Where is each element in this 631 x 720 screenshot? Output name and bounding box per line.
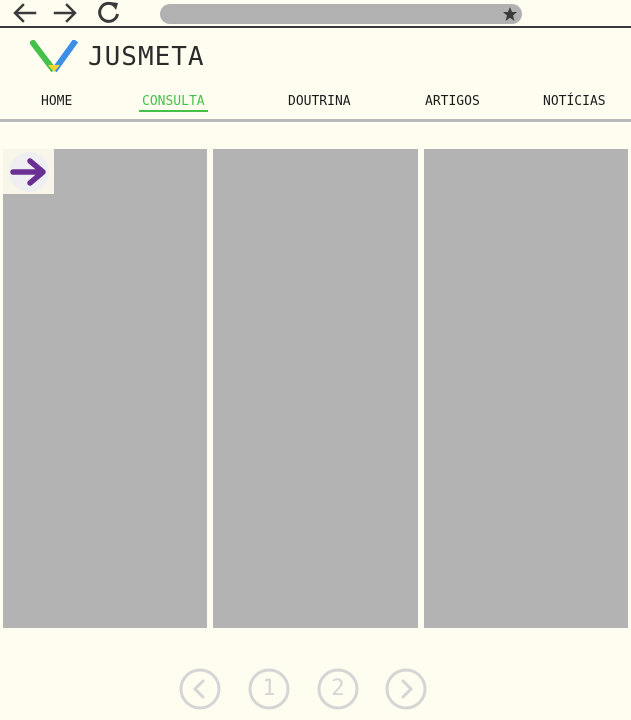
pagination-page-2[interactable]: 2 — [317, 668, 359, 710]
back-button[interactable] — [10, 0, 40, 26]
pagination-prev-button[interactable] — [179, 668, 221, 710]
content-panel-2[interactable] — [213, 149, 418, 628]
menu-item-doutrina[interactable]: DOUTRINA — [288, 94, 351, 109]
main-menu: HOME CONSULTA DOUTRINA ARTIGOS NOTÍCIAS — [0, 92, 631, 120]
reload-button[interactable] — [94, 0, 124, 26]
page-number: 1 — [262, 676, 276, 701]
address-bar[interactable] — [160, 4, 522, 24]
brand-logo[interactable]: JUSMETA — [30, 40, 205, 74]
menu-item-home[interactable]: HOME — [41, 94, 72, 109]
next-panel-circle — [8, 151, 49, 192]
browser-toolbar — [0, 0, 631, 28]
brand-name: JUSMETA — [88, 42, 205, 72]
chevron-right-icon — [385, 668, 427, 710]
menu-item-noticias[interactable]: NOTÍCIAS — [543, 94, 606, 109]
content-panel-1[interactable] — [3, 149, 207, 628]
pagination-page-1[interactable]: 1 — [248, 668, 290, 710]
arrow-left-icon — [13, 3, 37, 23]
forward-button[interactable] — [50, 0, 80, 26]
next-panel-button[interactable] — [3, 149, 54, 194]
menu-divider — [0, 119, 631, 122]
arrow-right-icon — [9, 157, 46, 186]
menu-item-consulta[interactable]: CONSULTA — [139, 94, 208, 112]
logo-mark-icon — [30, 40, 78, 73]
page-number: 2 — [331, 676, 345, 701]
arrow-right-icon — [53, 3, 77, 23]
pagination-next-button[interactable] — [385, 668, 427, 710]
star-icon[interactable] — [502, 6, 518, 22]
menu-item-artigos[interactable]: ARTIGOS — [425, 94, 480, 109]
content-panel-3[interactable] — [424, 149, 628, 628]
reload-icon — [98, 1, 119, 23]
chevron-left-icon — [179, 668, 221, 710]
